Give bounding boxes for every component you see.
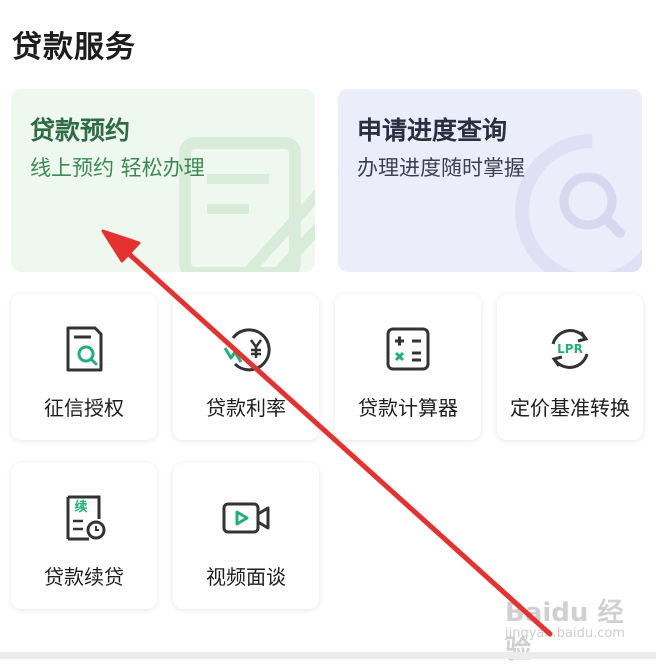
loan-renewal-icon: 续 (66, 495, 106, 541)
video-interview-tile[interactable]: 视频面谈 (173, 463, 319, 609)
tile-label: 定价基准转换 (510, 396, 630, 420)
video-call-icon (222, 502, 270, 534)
loan-appointment-card[interactable]: 贷款预约 线上预约 轻松办理 (11, 89, 315, 272)
section-title: 贷款服务 (12, 30, 136, 65)
baidu-watermark: Baidu 经验 jingyan.baidu.com (505, 592, 645, 665)
credit-report-search-icon (66, 326, 103, 372)
card-subtitle: 办理进度随时掌握 (357, 156, 525, 180)
loan-renewal-tile[interactable]: 续 贷款续贷 (11, 463, 157, 609)
tile-label: 贷款续贷 (44, 565, 124, 589)
pricing-benchmark-tile[interactable]: LPR 定价基准转换 (497, 294, 643, 440)
tile-label: 贷款利率 (206, 396, 286, 420)
progress-query-card[interactable]: 申请进度查询 办理进度随时掌握 (338, 89, 642, 272)
lpr-text: LPR (557, 342, 583, 356)
lpr-icon: LPR (551, 329, 589, 369)
bottom-divider (0, 652, 656, 659)
card-subtitle: 线上预约 轻松办理 (30, 156, 205, 180)
watermark-sub: jingyan.baidu.com (505, 626, 625, 641)
credit-authorization-tile[interactable]: 征信授权 (11, 294, 157, 440)
calculator-icon (386, 327, 430, 371)
search-magnifier-icon (515, 134, 642, 272)
tile-label: 贷款计算器 (358, 396, 458, 420)
tile-label: 征信授权 (44, 396, 124, 420)
card-title: 贷款预约 (30, 116, 131, 145)
interest-rate-icon (223, 328, 271, 372)
renewal-text: 续 (74, 499, 87, 515)
tile-label: 视频面谈 (206, 565, 286, 589)
loan-interest-rate-tile[interactable]: 贷款利率 (173, 294, 319, 440)
loan-calculator-tile[interactable]: 贷款计算器 (335, 294, 481, 440)
card-title: 申请进度查询 (357, 116, 508, 145)
